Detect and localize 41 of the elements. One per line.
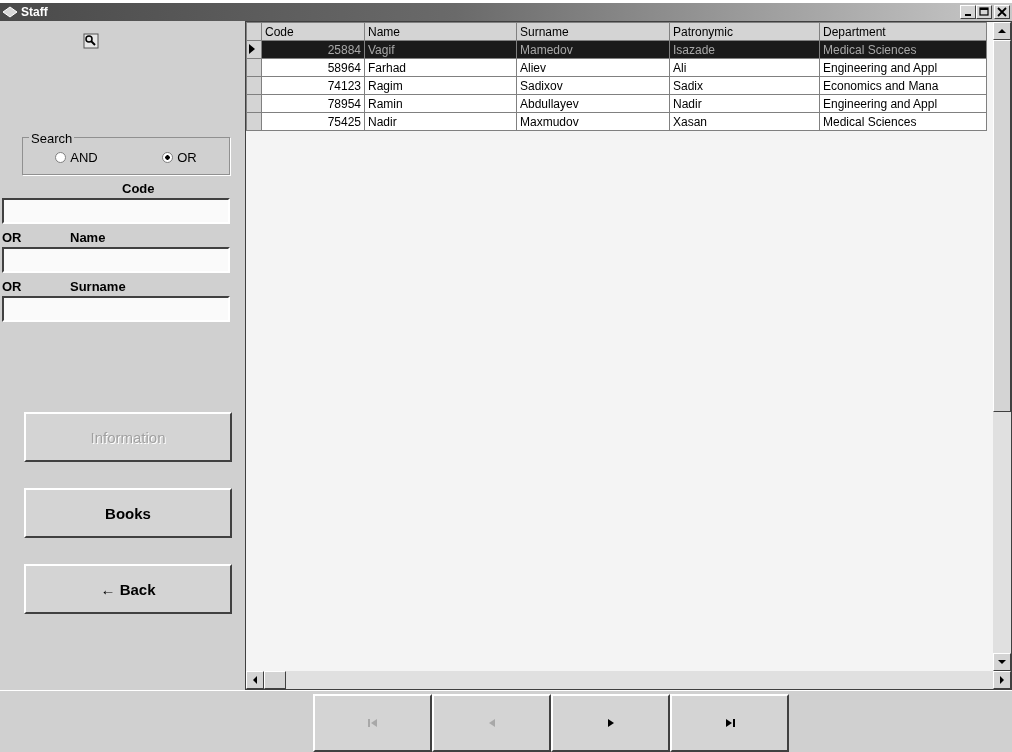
column-header xyxy=(246,22,262,41)
group-label: Search xyxy=(29,131,75,146)
field-label: Name xyxy=(69,229,106,245)
maximize-button[interactable] xyxy=(976,5,992,19)
column-header[interactable]: Patronymic xyxy=(669,22,820,41)
field-label: Code xyxy=(121,180,155,196)
navigator-button[interactable] xyxy=(551,694,670,752)
column-header[interactable]: Code xyxy=(261,22,365,41)
maximize-icon xyxy=(979,7,989,17)
minimize-icon xyxy=(965,14,971,16)
scroll-left-icon[interactable] xyxy=(252,676,258,684)
window-title: Staff xyxy=(21,5,49,19)
radio-button[interactable] xyxy=(55,152,67,163)
navigator-button[interactable] xyxy=(313,694,432,752)
radio-label: AND xyxy=(70,150,98,165)
input-field[interactable] xyxy=(2,247,230,273)
search-icon[interactable] xyxy=(83,33,99,49)
operator-label: OR xyxy=(2,278,23,294)
action-button[interactable]: Books xyxy=(24,488,232,538)
vertical-scrollbar[interactable] xyxy=(993,22,1011,671)
column-header[interactable]: Surname xyxy=(516,22,670,41)
radio-label: OR xyxy=(177,150,197,165)
input-field[interactable] xyxy=(2,296,230,322)
input-field[interactable] xyxy=(2,198,230,224)
radio-button[interactable] xyxy=(162,152,174,163)
minimize-button[interactable] xyxy=(960,5,976,19)
column-header[interactable]: Name xyxy=(364,22,517,41)
field-label: Surname xyxy=(69,278,126,294)
scroll-thumb[interactable] xyxy=(264,671,286,689)
column-header[interactable]: Department xyxy=(819,22,987,41)
close-button[interactable] xyxy=(994,5,1010,19)
navigator-button[interactable] xyxy=(432,694,551,752)
scroll-thumb[interactable] xyxy=(993,40,1011,412)
scroll-down-icon[interactable] xyxy=(998,659,1006,665)
navigator-button[interactable] xyxy=(670,694,789,752)
operator-label: OR xyxy=(2,229,23,245)
action-button[interactable]: ← Back xyxy=(24,564,232,614)
horizontal-scrollbar[interactable] xyxy=(246,671,1011,689)
close-icon xyxy=(997,7,1007,17)
scroll-right-icon[interactable] xyxy=(999,676,1005,684)
scroll-up-icon[interactable] xyxy=(998,28,1006,34)
